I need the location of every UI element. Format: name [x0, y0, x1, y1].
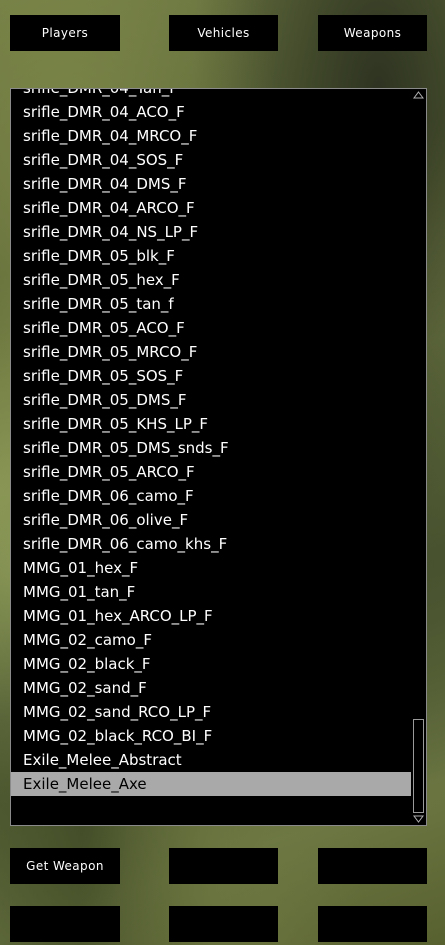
- weapon-list-item[interactable]: srifle_DMR_05_blk_F: [11, 244, 411, 268]
- weapon-list-item[interactable]: srifle_DMR_04_ACO_F: [11, 100, 411, 124]
- weapon-list-item[interactable]: srifle_DMR_06_camo_F: [11, 484, 411, 508]
- weapon-list-item[interactable]: srifle_DMR_04_Tan_F: [11, 89, 411, 100]
- weapon-list-item[interactable]: srifle_DMR_04_ARCO_F: [11, 196, 411, 220]
- weapon-list-item[interactable]: srifle_DMR_05_tan_f: [11, 292, 411, 316]
- weapon-list-item[interactable]: MMG_02_black_F: [11, 652, 411, 676]
- weapon-list-scrollbar[interactable]: [411, 89, 426, 825]
- weapon-list-item[interactable]: MMG_01_hex_F: [11, 556, 411, 580]
- vehicles-tab-label: Vehicles: [197, 26, 250, 40]
- weapon-list-item[interactable]: srifle_DMR_05_hex_F: [11, 268, 411, 292]
- weapon-list-item[interactable]: srifle_DMR_05_ACO_F: [11, 316, 411, 340]
- weapon-list-item[interactable]: srifle_DMR_04_DMS_F: [11, 172, 411, 196]
- weapon-list-item[interactable]: MMG_01_tan_F: [11, 580, 411, 604]
- weapon-list-item[interactable]: srifle_DMR_04_MRCO_F: [11, 124, 411, 148]
- weapon-list-item[interactable]: srifle_DMR_05_ARCO_F: [11, 460, 411, 484]
- players-tab-label: Players: [41, 26, 89, 40]
- weapons-tab-label: Weapons: [343, 26, 402, 40]
- weapon-list-item[interactable]: MMG_02_sand_RCO_LP_F: [11, 700, 411, 724]
- get-weapon-button[interactable]: Get Weapon: [10, 848, 120, 884]
- weapon-list-item[interactable]: Exile_Melee_Abstract: [11, 748, 411, 772]
- scroll-track[interactable]: [413, 101, 424, 813]
- weapon-list-panel: srifle_DMR_04_Tan_F srifle_DMR_04_ACO_F sr…: [10, 88, 427, 826]
- weapon-list-item[interactable]: srifle_DMR_06_camo_khs_F: [11, 532, 411, 556]
- blank-button-6[interactable]: [318, 906, 427, 942]
- weapon-list-item[interactable]: srifle_DMR_04_SOS_F: [11, 148, 411, 172]
- vehicles-tab-button[interactable]: Vehicles: [169, 15, 278, 51]
- weapon-list-item[interactable]: srifle_DMR_06_olive_F: [11, 508, 411, 532]
- weapon-list-item[interactable]: MMG_01_hex_ARCO_LP_F: [11, 604, 411, 628]
- weapons-tab-button[interactable]: Weapons: [318, 15, 427, 51]
- weapon-list-item[interactable]: MMG_02_camo_F: [11, 628, 411, 652]
- weapon-list-item[interactable]: Exile_Melee_Axe: [11, 772, 411, 796]
- weapon-list-item[interactable]: srifle_DMR_05_DMS_snds_F: [11, 436, 411, 460]
- scroll-thumb[interactable]: [413, 719, 424, 813]
- weapon-list-item[interactable]: srifle_DMR_05_SOS_F: [11, 364, 411, 388]
- weapon-list[interactable]: srifle_DMR_04_Tan_F srifle_DMR_04_ACO_F sr…: [11, 89, 411, 825]
- weapon-list-item[interactable]: srifle_DMR_05_DMS_F: [11, 388, 411, 412]
- blank-button-2[interactable]: [169, 848, 278, 884]
- weapon-list-item[interactable]: MMG_02_black_RCO_BI_F: [11, 724, 411, 748]
- blank-button-5[interactable]: [169, 906, 278, 942]
- get-weapon-label: Get Weapon: [26, 859, 104, 873]
- weapon-list-item[interactable]: MMG_02_sand_F: [11, 676, 411, 700]
- scroll-up-arrow-icon[interactable]: [411, 89, 426, 101]
- players-tab-button[interactable]: Players: [10, 15, 120, 51]
- blank-button-3[interactable]: [318, 848, 427, 884]
- weapon-list-item[interactable]: srifle_DMR_05_MRCO_F: [11, 340, 411, 364]
- scroll-down-arrow-icon[interactable]: [411, 813, 426, 825]
- weapon-list-item[interactable]: srifle_DMR_04_NS_LP_F: [11, 220, 411, 244]
- weapon-list-item[interactable]: srifle_DMR_05_KHS_LP_F: [11, 412, 411, 436]
- blank-button-4[interactable]: [10, 906, 120, 942]
